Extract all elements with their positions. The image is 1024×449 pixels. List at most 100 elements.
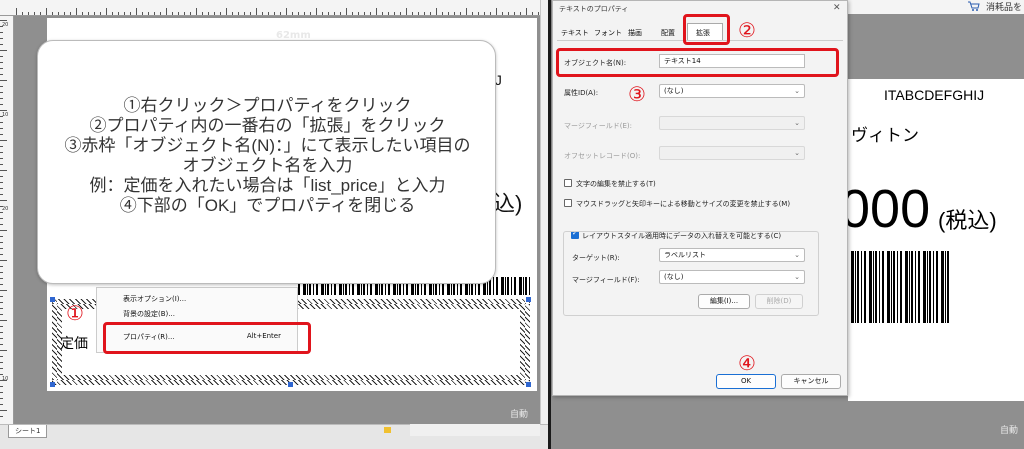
- layout-group-box: [563, 231, 819, 316]
- ruler-tick: [0, 236, 3, 237]
- ruler-tick: [430, 12, 431, 15]
- barcode-bar: [879, 251, 880, 323]
- ruler-tick: [130, 12, 131, 15]
- ruler-tick: [0, 296, 3, 297]
- ruler-tick: [94, 12, 95, 15]
- ruler-tick: [466, 8, 467, 15]
- comment-icon[interactable]: [384, 427, 391, 433]
- resize-handle[interactable]: [288, 382, 293, 387]
- ruler-tick: [496, 8, 497, 15]
- ruler-number: 10: [2, 376, 9, 382]
- offset-record-select[interactable]: ⌄: [659, 146, 805, 160]
- ruler-tick: [40, 12, 41, 15]
- ruler-tick: [0, 80, 7, 81]
- barcode-bar: [851, 251, 854, 323]
- canvas-text-brand[interactable]: ヴィトン: [851, 121, 919, 146]
- tab-font[interactable]: フォント: [592, 28, 624, 38]
- attribute-id-select[interactable]: (なし) ⌄: [659, 84, 805, 98]
- highlight-object-name: [556, 48, 839, 77]
- ruler-tick: [376, 8, 377, 15]
- offset-record-label: オフセットレコード(O):: [564, 152, 641, 160]
- ruler-tick: [0, 194, 3, 195]
- chevron-down-icon: ⌄: [794, 119, 800, 127]
- ruler-tick: [448, 12, 449, 15]
- merge-field-label: マージフィールド(E):: [564, 122, 632, 130]
- ruler-tick: [136, 8, 137, 15]
- ruler-tick: [196, 8, 197, 15]
- canvas-text-tax[interactable]: 込): [493, 186, 522, 218]
- ruler-tick: [0, 104, 3, 105]
- ruler-tick: [460, 12, 461, 15]
- ruler-tick: [400, 12, 401, 15]
- ruler-tick: [160, 12, 161, 15]
- canvas-text-price[interactable]: 000: [840, 178, 930, 240]
- tab-layout[interactable]: 配置: [659, 28, 677, 38]
- barcode-bar: [905, 251, 908, 323]
- resize-handle[interactable]: [50, 297, 55, 302]
- ruler-tick: [0, 122, 3, 123]
- barcode-bar: [882, 251, 884, 323]
- barcode-bar: [523, 277, 524, 295]
- callout-line: ②プロパティ内の一番右の「拡張」をクリック: [89, 116, 446, 135]
- ruler-tick: [0, 176, 3, 177]
- ruler-tick: [0, 230, 7, 231]
- ruler-tick: [0, 116, 3, 117]
- ruler-tick: [172, 12, 173, 15]
- tab-text[interactable]: テキスト: [559, 28, 591, 38]
- ruler-tick: [412, 12, 413, 15]
- ruler-tick: [0, 266, 3, 267]
- no-drag-label: マウスドラッグと矢印キーによる移動とサイズの変更を禁止する(M): [576, 200, 791, 208]
- tab-drawing[interactable]: 描画: [626, 28, 644, 38]
- ruler-tick: [0, 278, 3, 279]
- ruler-tick: [0, 410, 7, 411]
- barcode-bar: [947, 251, 949, 323]
- barcode-bar: [493, 277, 494, 295]
- ruler-tick: [226, 8, 227, 15]
- ruler-tick: [0, 308, 3, 309]
- ok-button[interactable]: OK: [716, 374, 776, 389]
- vertical-scrollbar[interactable]: [540, 0, 548, 424]
- ruler-tick: [532, 12, 533, 15]
- highlight-properties: [103, 322, 311, 354]
- ruler-tick: [184, 12, 185, 15]
- price-text-object[interactable]: 定価: [60, 333, 88, 353]
- cancel-button[interactable]: キャンセル: [781, 374, 841, 389]
- ruler-number: 10: [2, 112, 9, 118]
- screenshot-root: 20 10 20 10 62mm GHIJ 込) 定価 表示オプション(I)..…: [0, 0, 1024, 449]
- canvas-text-tax[interactable]: (税込): [938, 203, 997, 235]
- merge-field-select[interactable]: ⌄: [659, 116, 805, 130]
- ruler-tick: [0, 158, 3, 159]
- ruler-tick: [256, 8, 257, 15]
- ruler-tick: [262, 12, 263, 15]
- ruler-tick: [58, 12, 59, 15]
- ruler-tick: [142, 12, 143, 15]
- cart-icon[interactable]: [968, 1, 980, 11]
- ruler-tick: [124, 12, 125, 15]
- toolbar-label[interactable]: 消耗品を: [986, 0, 1022, 13]
- canvas-text-code[interactable]: ITABCDEFGHIJ: [884, 87, 984, 103]
- ruler-tick: [0, 152, 3, 153]
- menu-item-display-options[interactable]: 表示オプション(I)...: [123, 294, 186, 304]
- ruler-tick: [310, 12, 311, 15]
- ruler-tick: [322, 12, 323, 15]
- resize-handle[interactable]: [526, 297, 531, 302]
- label-editor-left: 20 10 20 10 62mm GHIJ 込) 定価 表示オプション(I)..…: [0, 0, 548, 449]
- ruler-tick: [232, 12, 233, 15]
- resize-handle[interactable]: [526, 382, 531, 387]
- horizontal-scrollbar[interactable]: [410, 424, 540, 436]
- ruler-tick: [178, 12, 179, 15]
- ruler-tick: [0, 206, 3, 207]
- ruler-tick: [16, 8, 17, 15]
- ruler-tick: [0, 164, 3, 165]
- ruler-tick: [0, 320, 7, 321]
- no-edit-checkbox[interactable]: [564, 179, 572, 187]
- horizontal-ruler: [0, 0, 548, 16]
- no-drag-checkbox[interactable]: [564, 199, 572, 207]
- resize-handle[interactable]: [50, 382, 55, 387]
- sheet-tab[interactable]: シート1: [8, 425, 48, 438]
- menu-item-background[interactable]: 背景の設定(B)...: [123, 309, 175, 319]
- ruler-tick: [304, 12, 305, 15]
- close-icon[interactable]: ✕: [833, 3, 841, 13]
- barcode-right[interactable]: [851, 251, 951, 323]
- ruler-tick: [88, 12, 89, 15]
